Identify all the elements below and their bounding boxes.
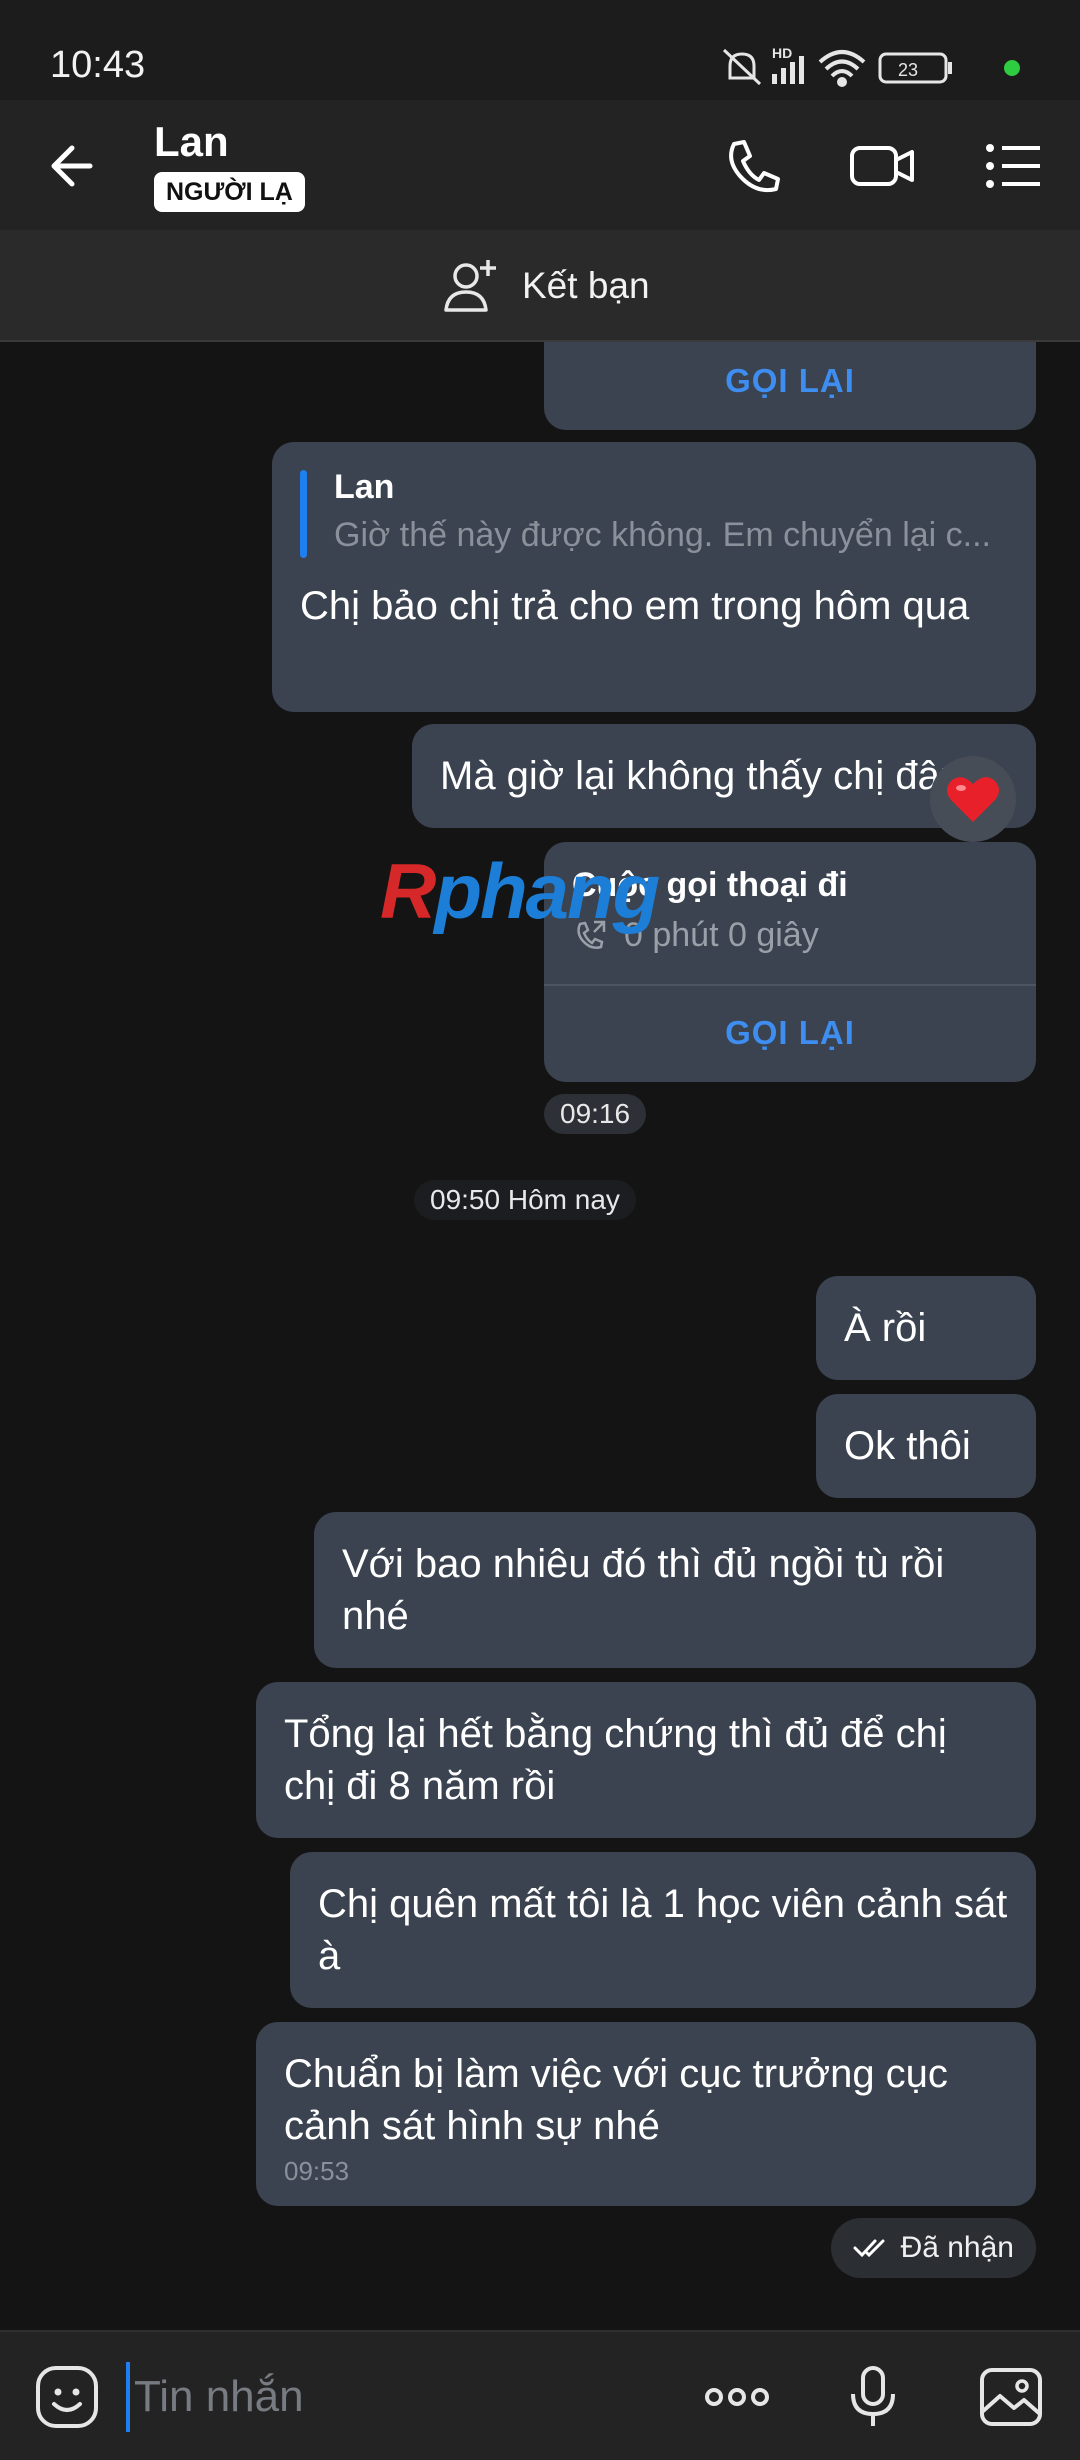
watermark-logo: Rphang <box>380 846 660 937</box>
watermark-r: R <box>380 847 436 935</box>
wifi-icon <box>818 50 866 87</box>
message-text: Mà giờ lại không thấy chị đâu <box>440 754 963 798</box>
add-friend-icon <box>444 260 496 312</box>
message-text: Tổng lại hết bằng chứng thì đủ để chị ch… <box>284 1712 947 1808</box>
quote-reply-bubble[interactable]: Lan Giờ thế này được không. Em chuyển lạ… <box>272 442 1036 712</box>
back-arrow-icon[interactable] <box>40 130 112 202</box>
date-divider: 09:50 Hôm nay <box>414 1180 636 1220</box>
message-text: Chị bảo chị trả cho em trong hôm qua <box>300 584 970 628</box>
message-text: Với bao nhiêu đó thì đủ ngồi tù rồi nhé <box>342 1542 945 1638</box>
image-icon[interactable] <box>974 2360 1048 2434</box>
battery-icon: 23 <box>878 52 952 84</box>
call-bubble-partial: GỌI LẠI <box>544 342 1036 430</box>
message-bubble[interactable]: Chị quên mất tôi là 1 học viên cảnh sát … <box>290 1852 1036 2008</box>
message-bubble[interactable]: Với bao nhiêu đó thì đủ ngồi tù rồi nhé <box>314 1512 1036 1668</box>
hd-label: HD <box>772 45 792 61</box>
microphone-icon[interactable] <box>836 2360 910 2434</box>
message-bubble[interactable]: À rồi <box>816 1276 1036 1380</box>
callback-button[interactable]: GỌI LẠI <box>544 362 1036 400</box>
watermark-text: phang <box>434 847 660 935</box>
more-dots-icon[interactable] <box>700 2360 774 2434</box>
message-input[interactable]: Tin nhắn <box>126 2362 646 2432</box>
received-status: Đã nhận <box>830 2218 1036 2278</box>
green-dot <box>1004 60 1020 76</box>
mute-bell-icon <box>722 48 762 86</box>
battery-level: 23 <box>898 60 918 80</box>
time-chip: 09:16 <box>544 1094 647 1134</box>
video-icon[interactable] <box>846 130 918 202</box>
sticker-icon[interactable] <box>30 2360 104 2434</box>
callback-button[interactable]: GỌI LẠI <box>544 1014 1036 1052</box>
phone-icon[interactable] <box>716 130 788 202</box>
stranger-badge: NGƯỜI LẠ <box>154 172 305 212</box>
heart-icon <box>947 777 999 822</box>
chat-header: Lan NGƯỜI LẠ <box>0 100 1080 230</box>
message-time: 09:53 <box>284 2156 350 2186</box>
heart-reaction[interactable] <box>930 756 1016 842</box>
received-label: Đã nhận <box>900 2231 1014 2264</box>
call-divider <box>544 984 1036 986</box>
message-text: À rồi <box>844 1306 927 1350</box>
message-text: Ok thôi <box>844 1424 971 1468</box>
message-bubble[interactable]: Ok thôi <box>816 1394 1036 1498</box>
add-friend-bar[interactable]: Kết bạn <box>0 230 1080 342</box>
message-bubble[interactable]: Chuẩn bị làm việc với cục trưởng cục cản… <box>256 2022 1036 2206</box>
chat-area: GỌI LẠI Lan Giờ thế này được không. Em c… <box>0 342 1080 2330</box>
status-time: 10:43 <box>50 44 146 86</box>
quote-author: Lan <box>334 468 395 506</box>
status-bar: 10:43 HD 23 <box>0 0 1080 100</box>
message-bubble[interactable]: Tổng lại hết bằng chứng thì đủ để chị ch… <box>256 1682 1036 1838</box>
message-text: Chị quên mất tôi là 1 học viên cảnh sát … <box>318 1882 1008 1978</box>
quote-text: Giờ thế này được không. Em chuyển lại c.… <box>334 516 991 554</box>
message-composer: Tin nhắn <box>0 2330 1080 2460</box>
system-icons: HD 23 <box>722 45 1020 87</box>
add-friend-label: Kết bạn <box>522 265 650 306</box>
message-text: Chuẩn bị làm việc với cục trưởng cục cản… <box>284 2052 948 2148</box>
double-check-icon <box>853 2239 885 2258</box>
quote-bar <box>300 470 307 558</box>
contact-name[interactable]: Lan <box>154 118 229 166</box>
menu-list-icon[interactable] <box>978 130 1050 202</box>
